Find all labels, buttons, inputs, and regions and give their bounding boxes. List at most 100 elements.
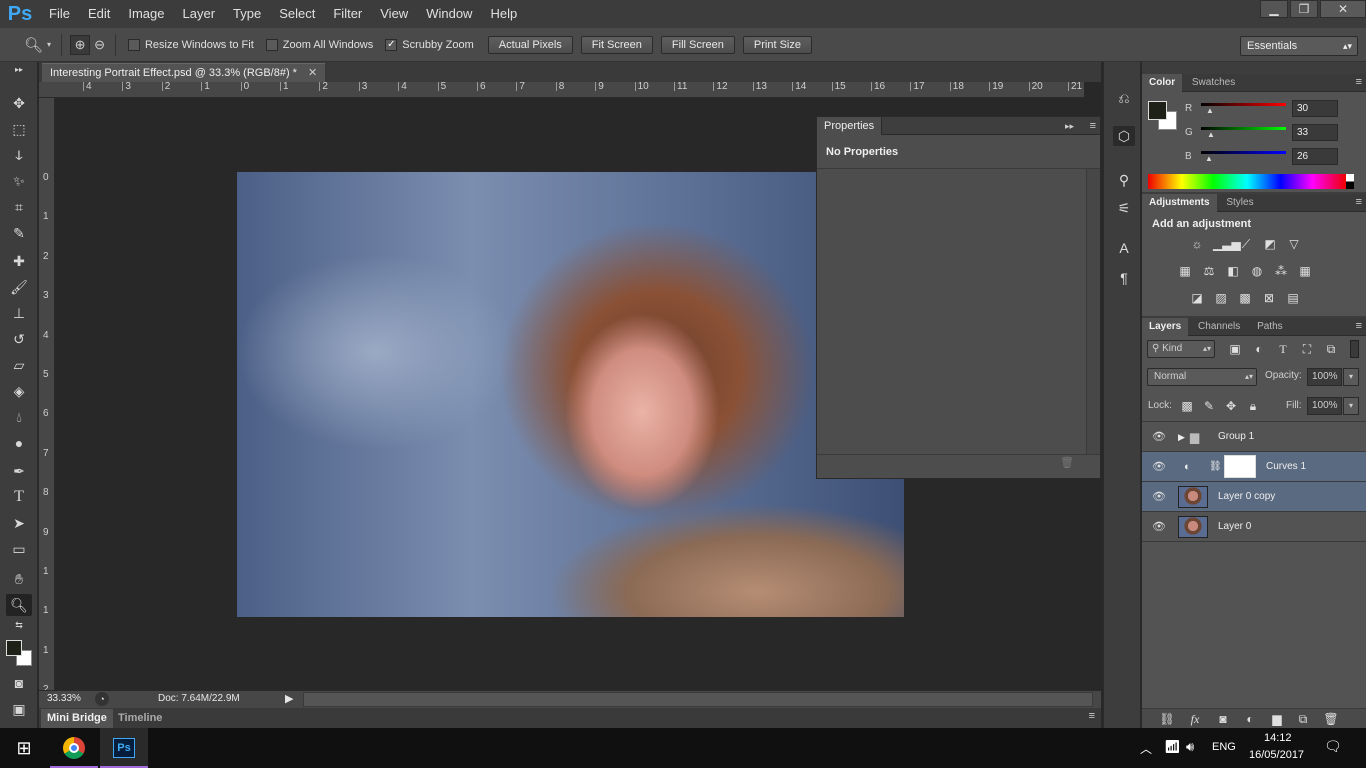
link-layers-icon[interactable]: ⛓︎ — [1158, 711, 1176, 727]
layer-row-layer-0-copy[interactable]: 👁︎ Layer 0 copy — [1142, 482, 1366, 512]
filter-toggle[interactable] — [1350, 340, 1359, 358]
healing-brush-tool-icon[interactable]: ✚ — [6, 250, 32, 272]
black-white-ramp[interactable] — [1346, 174, 1354, 189]
filter-smart-object-icon[interactable]: ⧉ — [1322, 341, 1340, 357]
delete-layer-icon[interactable]: 🗑︎ — [1322, 711, 1340, 727]
wifi-icon[interactable]: 📶︎ — [1164, 739, 1181, 755]
close-button[interactable]: ✕ — [1320, 0, 1366, 18]
foreground-color-swatch[interactable] — [1148, 101, 1167, 120]
lock-all-icon[interactable]: 🔒︎ — [1244, 398, 1262, 414]
character-icon[interactable]: A — [1113, 238, 1135, 258]
panel-menu-icon[interactable]: ≡ — [1356, 74, 1362, 91]
blue-value[interactable]: 26 — [1292, 148, 1338, 165]
foreground-color-swatch[interactable] — [6, 640, 22, 656]
menu-view[interactable]: View — [371, 0, 417, 28]
panel-menu-icon[interactable]: ≡ — [1356, 194, 1362, 211]
chrome-icon[interactable] — [50, 728, 98, 768]
layers-tab[interactable]: Layers — [1142, 318, 1189, 336]
blue-slider[interactable] — [1201, 151, 1286, 154]
layer-row-group-1[interactable]: 👁︎ ▶ ▆ Group 1 — [1142, 422, 1366, 452]
brightness-contrast-icon[interactable]: ☼ — [1188, 236, 1206, 252]
clock-time[interactable]: 14:12 — [1264, 732, 1292, 744]
fill-input[interactable]: 100% — [1307, 397, 1342, 415]
mini-bridge-tab[interactable]: Mini Bridge — [41, 709, 113, 728]
fit-screen-button[interactable]: Fit Screen — [580, 35, 653, 54]
magic-wand-tool-icon[interactable]: ✨︎ — [6, 170, 32, 192]
menu-file[interactable]: File — [40, 0, 79, 28]
history-brush-tool-icon[interactable]: ↺ — [6, 328, 32, 350]
actual-pixels-button[interactable]: Actual Pixels — [487, 35, 573, 54]
eraser-tool-icon[interactable]: ▱ — [6, 354, 32, 376]
dodge-tool-icon[interactable]: ● — [6, 432, 32, 454]
blend-mode-select[interactable]: Normal ▴▾ — [1147, 368, 1257, 386]
resize-windows-checkbox[interactable]: Resize Windows to Fit — [127, 38, 254, 51]
opacity-input[interactable]: 100% — [1307, 368, 1342, 386]
filter-shape-icon[interactable]: ⛶ — [1298, 341, 1316, 357]
channels-tab[interactable]: Channels — [1191, 318, 1247, 336]
windows-start-icon[interactable]: ⊞ — [0, 728, 48, 768]
eyedropper-tool-icon[interactable]: ✎ — [6, 222, 32, 244]
checkbox-box[interactable]: ✓ — [385, 38, 398, 51]
layer-mask-thumbnail[interactable] — [1224, 455, 1256, 478]
checkbox-box[interactable] — [127, 38, 140, 51]
blur-tool-icon[interactable]: 💧︎ — [6, 406, 32, 428]
pen-tool-icon[interactable]: ✒︎ — [6, 460, 32, 482]
panel-menu-icon[interactable]: ≡ — [1090, 117, 1096, 135]
move-tool-icon[interactable]: ✥ — [6, 92, 32, 114]
language-indicator[interactable]: ENG — [1212, 741, 1236, 753]
hand-tool-icon[interactable]: ✋︎ — [6, 568, 32, 590]
restore-button[interactable]: ❐ — [1290, 0, 1318, 18]
black-white-icon[interactable]: ◧ — [1224, 263, 1242, 279]
screen-mode-icon[interactable]: ▣ — [6, 698, 32, 720]
opacity-dropdown-icon[interactable]: ▾ — [1343, 368, 1359, 386]
fill-screen-button[interactable]: Fill Screen — [660, 35, 735, 54]
color-spectrum[interactable] — [1148, 174, 1346, 189]
layer-style-icon[interactable]: fx — [1186, 711, 1204, 727]
properties-tab[interactable]: Properties — [817, 117, 883, 135]
lock-pixels-icon[interactable]: ✎ — [1200, 398, 1218, 414]
properties-scrollbar[interactable] — [1086, 169, 1100, 454]
red-value[interactable]: 30 — [1292, 100, 1338, 117]
tool-preset-chevron-icon[interactable]: ▾ — [47, 40, 51, 49]
status-info-icon[interactable]: ◔ — [95, 692, 109, 706]
horizontal-scrollbar[interactable] — [303, 692, 1093, 707]
filter-adjustment-icon[interactable]: ◐ — [1250, 341, 1268, 357]
menu-layer[interactable]: Layer — [174, 0, 225, 28]
marquee-tool-icon[interactable]: ⬚ — [6, 118, 32, 140]
lasso-tool-icon[interactable]: ↆ — [6, 144, 32, 166]
hue-saturation-icon[interactable]: ▦ — [1176, 263, 1194, 279]
swap-colors-icon[interactable]: ⇆ — [6, 618, 32, 632]
zoom-tool-icon[interactable]: 🔍︎ — [24, 36, 43, 54]
menu-help[interactable]: Help — [481, 0, 526, 28]
scrubby-zoom-checkbox[interactable]: ✓ Scrubby Zoom — [385, 38, 474, 51]
photo-filter-icon[interactable]: ◍ — [1248, 263, 1266, 279]
layer-row-curves-1[interactable]: 👁︎ ◐ ⛓︎ Curves 1 — [1142, 452, 1366, 482]
print-size-button[interactable]: Print Size — [742, 35, 812, 54]
fill-dropdown-icon[interactable]: ▾ — [1343, 397, 1359, 415]
curves-icon[interactable]: ⟋ — [1237, 236, 1255, 252]
action-center-icon[interactable]: 🗨︎ — [1324, 738, 1342, 755]
expand-triangle-icon[interactable]: ▶ — [1178, 422, 1185, 452]
vibrance-icon[interactable]: ▽ — [1285, 236, 1303, 252]
portrait-photo[interactable] — [237, 172, 904, 617]
visibility-eye-icon[interactable]: 👁︎ — [1152, 482, 1166, 512]
minimize-button[interactable]: ▁ — [1260, 0, 1288, 18]
paragraph-icon[interactable]: ¶ — [1113, 268, 1135, 288]
zoom-all-windows-checkbox[interactable]: Zoom All Windows — [265, 38, 373, 51]
adjustments-tab[interactable]: Adjustments — [1142, 194, 1217, 212]
path-selection-tool-icon[interactable]: ➤ — [6, 512, 32, 534]
color-tab[interactable]: Color — [1142, 74, 1183, 92]
paint-bucket-tool-icon[interactable]: ◈ — [6, 380, 32, 402]
green-slider-thumb[interactable]: ▲ — [1207, 130, 1215, 139]
menu-type[interactable]: Type — [224, 0, 270, 28]
rectangle-tool-icon[interactable]: ▭ — [6, 538, 32, 560]
styles-tab[interactable]: Styles — [1219, 194, 1260, 212]
color-lookup-icon[interactable]: ▦ — [1296, 263, 1314, 279]
posterize-icon[interactable]: ▨ — [1212, 290, 1230, 306]
menu-select[interactable]: Select — [270, 0, 324, 28]
swatches-tab[interactable]: Swatches — [1185, 74, 1242, 92]
status-menu-arrow-icon[interactable]: ▶ — [285, 692, 293, 705]
kind-filter-select[interactable]: ⚲ Kind ▴▾ — [1147, 340, 1215, 358]
checkbox-box[interactable] — [265, 38, 278, 51]
menu-window[interactable]: Window — [417, 0, 481, 28]
